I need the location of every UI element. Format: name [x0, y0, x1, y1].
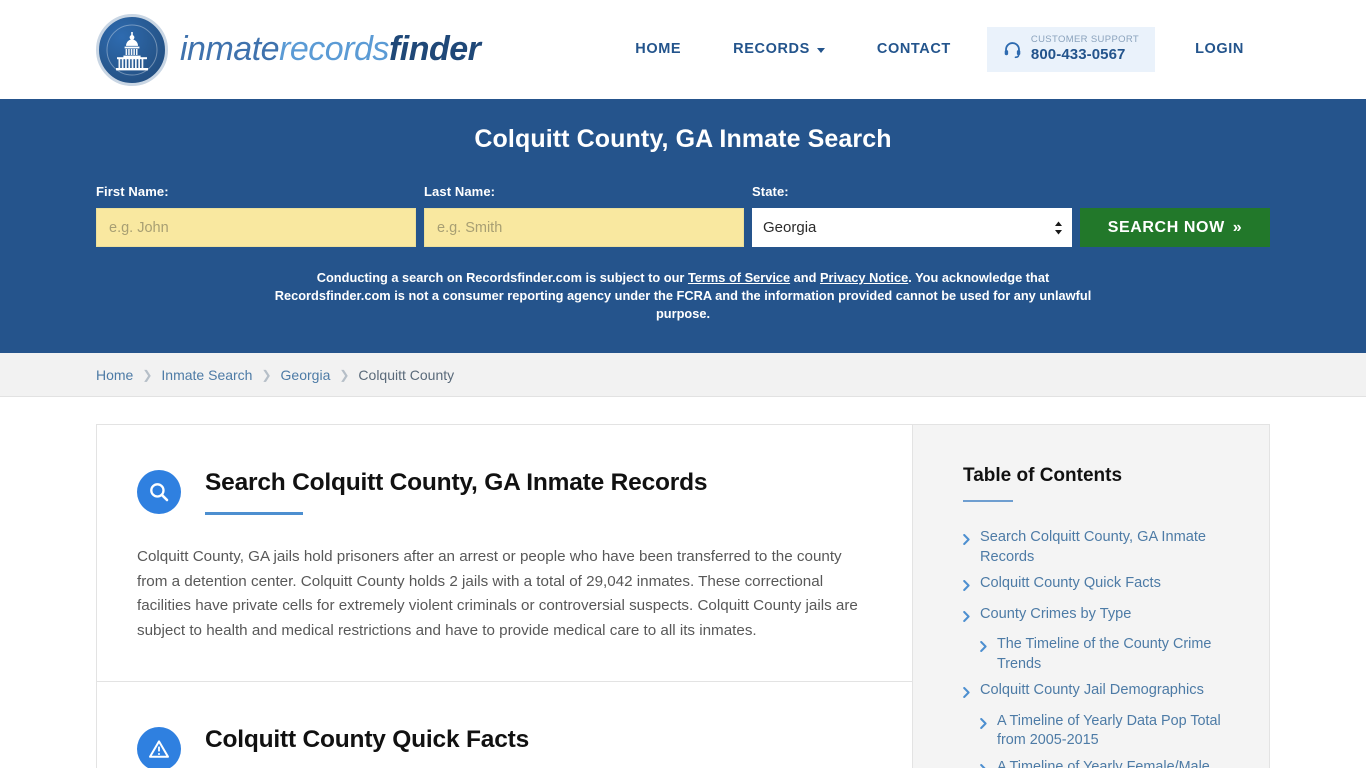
disclaimer-part-1: Conducting a search on Recordsfinder.com…: [316, 270, 688, 285]
warning-icon: [137, 727, 181, 768]
site-header: inmaterecordsfinder HOME RECORDS CONTACT: [0, 0, 1366, 99]
toc-link-search-records[interactable]: Search Colquitt County, GA Inmate Record…: [963, 528, 1237, 567]
breadcrumb-item-home[interactable]: Home: [96, 367, 133, 383]
nav-label-home: HOME: [635, 41, 682, 58]
breadcrumb: Home ❯ Inmate Search ❯ Georgia ❯ Colquit…: [96, 367, 1270, 383]
chevron-right-icon: ❯: [142, 368, 153, 382]
section-title-wrap: Search Colquitt County, GA Inmate Record…: [205, 467, 707, 515]
brand-part-2: records: [279, 30, 389, 68]
toc-link-quick-facts[interactable]: Colquitt County Quick Facts: [963, 574, 1237, 598]
section-title: Colquitt County Quick Facts: [205, 726, 529, 753]
inmate-search-form: First Name: Last Name: State: Georgia: [96, 184, 1270, 247]
nav-label-login: LOGIN: [1195, 41, 1244, 58]
nav-item-records[interactable]: RECORDS: [707, 31, 851, 67]
toc-label: Search Colquitt County, GA Inmate Record…: [980, 529, 1207, 565]
nav-label-contact: CONTACT: [876, 41, 951, 58]
capitol-dome-icon: [96, 13, 168, 86]
state-select-wrap: Georgia: [752, 208, 1072, 247]
toc-underline: [963, 500, 1013, 502]
toc-item: A Timeline of Yearly Data Pop Total from…: [963, 712, 1237, 751]
chevron-right-icon: [963, 532, 970, 552]
section-underline: [205, 512, 303, 515]
headset-icon: [1003, 40, 1022, 59]
privacy-notice-link[interactable]: Privacy Notice: [820, 270, 908, 285]
toc-link-county-crimes[interactable]: County Crimes by Type: [963, 605, 1237, 629]
toc-item: County Crimes by Type: [963, 605, 1237, 629]
customer-support-phone: 800-433-0567: [1030, 46, 1126, 64]
brand-part-1: inmate: [180, 30, 280, 68]
search-now-button[interactable]: SEARCH NOW »: [1080, 208, 1270, 247]
toc-label: Colquitt County Quick Facts: [980, 575, 1161, 591]
section-title-wrap: Colquitt County Quick Facts: [205, 724, 529, 768]
main-content-card: Search Colquitt County, GA Inmate Record…: [96, 424, 912, 768]
toc-item: Search Colquitt County, GA Inmate Record…: [963, 528, 1237, 567]
chevron-down-icon: [816, 47, 825, 53]
toc-item: The Timeline of the County Crime Trends: [963, 635, 1237, 674]
last-name-label: Last Name:: [424, 184, 496, 199]
breadcrumb-item-colquitt-county: Colquitt County: [358, 367, 455, 383]
chevron-right-icon: [963, 685, 970, 705]
terms-of-service-link[interactable]: Terms of Service: [688, 270, 790, 285]
disclaimer-part-2: and: [790, 270, 820, 285]
toc-item: A Timeline of Yearly Female/Male Incarce…: [963, 758, 1237, 768]
search-icon: [137, 470, 181, 514]
site-logo[interactable]: inmaterecordsfinder: [96, 13, 481, 86]
toc-label: Colquitt County Jail Demographics: [980, 682, 1204, 698]
page-title: Colquitt County, GA Inmate Search: [474, 125, 892, 153]
search-disclaimer: Conducting a search on Recordsfinder.com…: [258, 269, 1108, 323]
toc-link-pop-total-timeline[interactable]: A Timeline of Yearly Data Pop Total from…: [980, 712, 1237, 751]
nav-item-contact[interactable]: CONTACT: [851, 31, 977, 67]
customer-support-text: CUSTOMER SUPPORT 800-433-0567: [1030, 34, 1140, 64]
customer-support-label: CUSTOMER SUPPORT: [1030, 34, 1140, 46]
chevron-right-icon: [980, 716, 987, 736]
search-now-label: SEARCH NOW: [1107, 218, 1225, 236]
chevron-right-icon: [980, 639, 987, 659]
toc-item: Colquitt County Jail Demographics: [963, 681, 1237, 705]
chevron-right-icon: [963, 578, 970, 598]
state-select[interactable]: Georgia: [752, 208, 1072, 247]
toc-list: Search Colquitt County, GA Inmate Record…: [963, 528, 1237, 768]
section-header: Colquitt County Quick Facts: [137, 724, 872, 768]
toc-link-crime-trends-timeline[interactable]: The Timeline of the County Crime Trends: [980, 635, 1237, 674]
toc-link-jail-demographics[interactable]: Colquitt County Jail Demographics: [963, 681, 1237, 705]
state-field-group: State: Georgia: [752, 184, 1072, 247]
chevron-right-icon: [963, 609, 970, 629]
first-name-input[interactable]: [96, 208, 416, 247]
nav-item-login[interactable]: LOGIN: [1169, 31, 1270, 67]
table-of-contents: Table of Contents Search Colquitt County…: [912, 424, 1270, 768]
nav-label-records: RECORDS: [733, 41, 810, 58]
first-name-label: First Name:: [96, 184, 169, 199]
customer-support-button[interactable]: CUSTOMER SUPPORT 800-433-0567: [986, 27, 1156, 72]
double-chevron-right-icon: »: [1232, 218, 1243, 236]
last-name-field-group: Last Name:: [424, 184, 744, 247]
breadcrumb-item-inmate-search[interactable]: Inmate Search: [161, 367, 252, 383]
toc-title: Table of Contents: [963, 465, 1123, 486]
section-search-records: Search Colquitt County, GA Inmate Record…: [97, 425, 912, 681]
toc-label: A Timeline of Yearly Data Pop Total from…: [997, 712, 1221, 749]
last-name-input[interactable]: [424, 208, 744, 247]
main-navigation: HOME RECORDS CONTACT CUSTOMER SUPPORT 80…: [609, 27, 1270, 72]
section-quick-facts: Colquitt County Quick Facts: [97, 681, 912, 768]
breadcrumb-bar: Home ❯ Inmate Search ❯ Georgia ❯ Colquit…: [0, 353, 1366, 397]
toc-link-female-male-incarceration[interactable]: A Timeline of Yearly Female/Male Incarce…: [980, 758, 1237, 768]
toc-label: The Timeline of the County Crime Trends: [997, 636, 1212, 672]
section-header: Search Colquitt County, GA Inmate Record…: [137, 467, 872, 515]
chevron-right-icon: [980, 762, 987, 768]
first-name-field-group: First Name:: [96, 184, 416, 247]
toc-label: A Timeline of Yearly Female/Male Incarce…: [997, 758, 1210, 768]
brand-wordmark: inmaterecordsfinder: [180, 30, 481, 69]
toc-item: Colquitt County Quick Facts: [963, 574, 1237, 598]
nav-item-home[interactable]: HOME: [609, 31, 707, 67]
section-paragraph: Colquitt County, GA jails hold prisoners…: [137, 548, 858, 639]
brand-part-3: finder: [388, 30, 481, 68]
toc-label: County Crimes by Type: [980, 605, 1132, 622]
breadcrumb-item-georgia[interactable]: Georgia: [281, 367, 331, 383]
section-title: Search Colquitt County, GA Inmate Record…: [205, 469, 708, 496]
chevron-right-icon: ❯: [339, 368, 350, 382]
state-label: State:: [752, 184, 789, 199]
hero-search-panel: Colquitt County, GA Inmate Search First …: [0, 99, 1366, 353]
page-body: Search Colquitt County, GA Inmate Record…: [0, 397, 1366, 768]
chevron-right-icon: ❯: [261, 368, 272, 382]
